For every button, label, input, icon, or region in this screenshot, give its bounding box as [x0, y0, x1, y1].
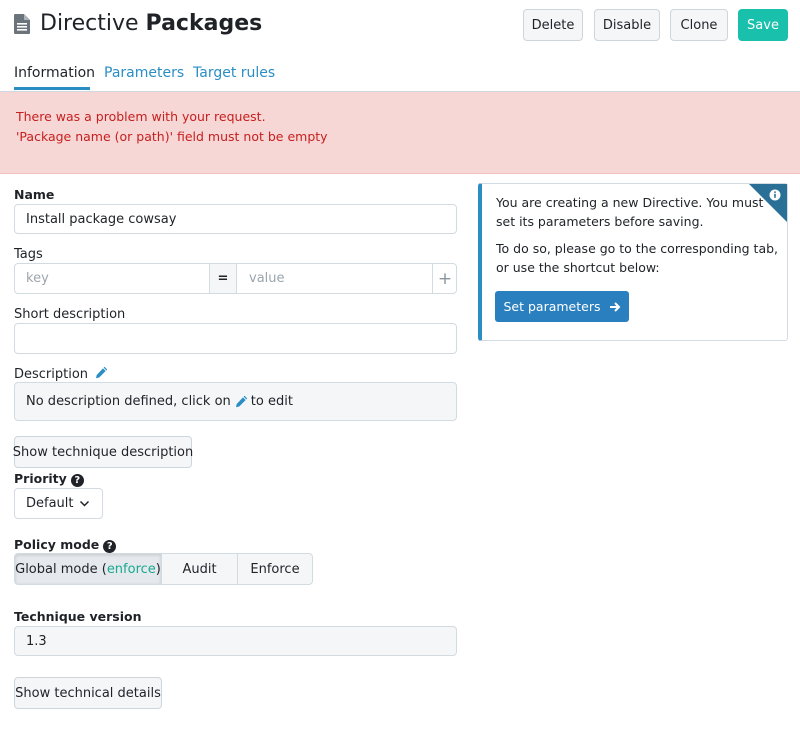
- policy-mode-audit-button[interactable]: Audit: [161, 553, 238, 585]
- info-text-line: set its parameters before saving.: [496, 214, 704, 229]
- alert-detail: 'Package name (or path)' field must not …: [16, 129, 328, 144]
- tab-target-rules[interactable]: Target rules: [193, 64, 275, 82]
- policy-mode-label: Policy mode: [14, 537, 100, 552]
- info-text-line: or use the shortcut below:: [496, 260, 660, 275]
- tag-value-input[interactable]: value: [249, 271, 285, 286]
- tab-parameters[interactable]: Parameters: [104, 64, 184, 82]
- short-description-input[interactable]: [14, 323, 457, 354]
- description-box: No description defined, click on to edit: [14, 382, 457, 421]
- tag-separator: =: [209, 264, 237, 293]
- page-title-name: Packages: [145, 11, 263, 36]
- priority-label: Priority: [14, 471, 67, 486]
- priority-label-row: Priority?: [14, 471, 84, 487]
- priority-select[interactable]: Default: [14, 488, 103, 519]
- description-label-row: Description: [14, 366, 108, 382]
- info-text-line: To do so, please go to the corresponding…: [496, 241, 779, 256]
- pencil-icon[interactable]: [95, 366, 108, 379]
- add-tag-button[interactable]: +: [432, 264, 457, 293]
- global-mode-text: Global mode (: [15, 561, 107, 577]
- pencil-icon[interactable]: [235, 395, 248, 408]
- name-input[interactable]: Install package cowsay: [14, 204, 457, 234]
- arrow-right-icon: [609, 301, 620, 312]
- delete-button[interactable]: Delete: [523, 9, 583, 41]
- short-description-label: Short description: [14, 307, 126, 322]
- technique-version-label: Technique version: [14, 609, 142, 624]
- info-panel: You are creating a new Directive. You mu…: [478, 183, 788, 341]
- policy-mode-label-row: Policy mode?: [14, 537, 117, 553]
- chevron-down-icon: [79, 500, 90, 507]
- page-title: Directive Packages: [40, 10, 262, 38]
- help-icon[interactable]: ?: [70, 474, 84, 487]
- tab-information[interactable]: Information: [14, 64, 95, 82]
- tag-key-input[interactable]: key: [26, 271, 49, 286]
- info-text-line: You are creating a new Directive. You mu…: [496, 195, 764, 210]
- alert-message: There was a problem with your request.: [16, 109, 266, 124]
- disable-button[interactable]: Disable: [594, 9, 660, 41]
- description-label: Description: [14, 367, 89, 382]
- active-tab-indicator: [14, 87, 90, 90]
- policy-mode-enforce-button[interactable]: Enforce: [237, 553, 313, 585]
- save-button[interactable]: Save: [738, 9, 788, 41]
- show-technical-details-button[interactable]: Show technical details: [14, 677, 162, 709]
- global-mode-value: enforce: [106, 561, 156, 577]
- set-parameters-label: Set parameters: [503, 299, 601, 314]
- name-label: Name: [14, 187, 55, 202]
- help-icon[interactable]: ?: [103, 540, 117, 553]
- set-parameters-button[interactable]: Set parameters: [495, 291, 629, 322]
- tags-input-group: key = value +: [14, 263, 457, 294]
- technique-version-field: 1.3: [14, 626, 457, 656]
- description-empty-text: No description defined, click on: [26, 394, 231, 409]
- policy-mode-global-button[interactable]: Global mode (enforce): [14, 553, 162, 585]
- clone-button[interactable]: Clone: [670, 9, 728, 41]
- show-technique-description-button[interactable]: Show technique description: [13, 436, 193, 468]
- error-alert: There was a problem with your request. '…: [0, 92, 800, 174]
- priority-selected-value: Default: [26, 496, 74, 511]
- page-title-prefix: Directive: [40, 11, 139, 36]
- tags-label: Tags: [14, 247, 43, 262]
- document-icon: [14, 14, 30, 34]
- description-edit-hint: to edit: [250, 394, 293, 409]
- page-header: Directive Packages Delete Disable Clone …: [0, 0, 800, 92]
